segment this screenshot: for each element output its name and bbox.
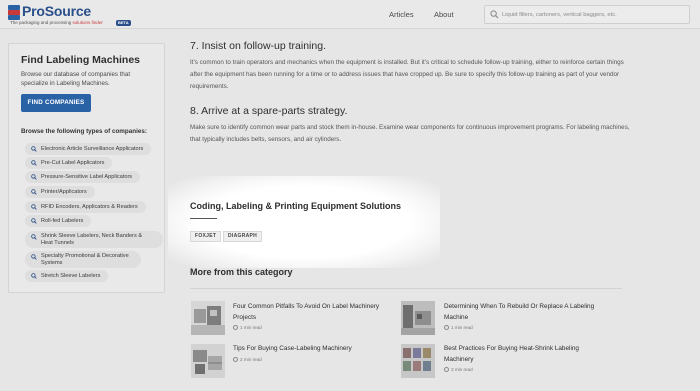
section-heading-7: 7. Insist on follow-up training.: [190, 40, 326, 52]
search-icon: [31, 234, 37, 240]
article-thumbnail[interactable]: [401, 344, 435, 378]
company-type-label: Electronic Article Surveillance Applicat…: [41, 146, 144, 152]
sidebar-subtitle: Browse the following types of companies:: [21, 128, 147, 135]
solutions-title: Coding, Labeling & Printing Equipment So…: [190, 201, 401, 211]
sidebar-description: Browse our database of companies that sp…: [21, 71, 131, 87]
company-type-item[interactable]: Specialty Promotional & Decorative Syste…: [25, 251, 141, 268]
solutions-divider: [190, 218, 217, 219]
find-companies-button[interactable]: FIND COMPANIES: [21, 94, 91, 112]
article-title[interactable]: Four Common Pitfalls To Avoid On Label M…: [233, 302, 393, 323]
search-icon: [31, 254, 37, 260]
brand-name: ProSource: [22, 3, 91, 19]
logo-mark-icon: [8, 5, 20, 20]
more-divider: [190, 288, 622, 289]
company-type-label: Printer/Applicators: [41, 189, 87, 195]
more-from-category-title: More from this category: [190, 267, 293, 277]
nav-articles[interactable]: Articles: [389, 10, 414, 19]
search-icon: [31, 174, 37, 180]
company-type-item[interactable]: RFID Encoders, Applicators & Readers: [25, 201, 146, 213]
read-time: 2 min read: [233, 357, 262, 363]
article-title[interactable]: Determining When To Rebuild Or Replace A…: [444, 302, 604, 323]
company-type-label: RFID Encoders, Applicators & Readers: [41, 204, 138, 210]
sidebar-title: Find Labeling Machines: [21, 54, 141, 66]
search-icon: [31, 189, 37, 195]
site-header: ProSource The packaging and processing s…: [0, 0, 700, 29]
company-type-label: Pre-Cut Label Applicators: [41, 160, 105, 166]
tag-diagraph[interactable]: DIAGRAPH: [223, 231, 263, 242]
clock-icon: [444, 367, 449, 373]
solutions-highlight: [168, 176, 440, 268]
search-icon: [31, 146, 37, 152]
company-type-item[interactable]: Pre-Cut Label Applicators: [25, 157, 113, 169]
read-time: 3 min read: [444, 367, 473, 373]
clock-icon: [233, 357, 238, 363]
clock-icon: [444, 325, 449, 331]
article-thumbnail[interactable]: [191, 344, 225, 378]
company-type-label: Specialty Promotional & Decorative Syste…: [41, 252, 129, 266]
section-paragraph-7: It’s common to train operators and mecha…: [190, 59, 624, 90]
company-type-item[interactable]: Printer/Applicators: [25, 186, 95, 198]
section-paragraph-8: Make sure to identify common wear parts …: [190, 124, 630, 143]
article-title[interactable]: Tips For Buying Case-Labeling Machinery: [233, 344, 393, 355]
search-input[interactable]: [502, 7, 687, 22]
search-icon: [31, 160, 37, 166]
beta-badge: BETA: [116, 20, 131, 26]
company-type-label: Roll-fed Labelers: [41, 218, 84, 224]
company-type-item[interactable]: Shrink Sleeve Labelers, Neck Banders & H…: [25, 231, 163, 248]
tag-foxjet[interactable]: FOXJET: [190, 231, 222, 242]
prosource-logo[interactable]: ProSource The packaging and processing s…: [8, 3, 131, 26]
search-icon: [490, 10, 499, 19]
article-thumbnail[interactable]: [401, 301, 435, 335]
read-time: 1 min read: [233, 325, 262, 331]
company-type-item[interactable]: Stretch Sleeve Labelers: [25, 270, 109, 282]
search-icon: [31, 218, 37, 224]
search-icon: [31, 273, 37, 279]
company-type-item[interactable]: Pressure-Sensitive Label Applicators: [25, 171, 141, 183]
company-type-item[interactable]: Roll-fed Labelers: [25, 215, 92, 227]
search-box: [484, 5, 690, 24]
nav-about[interactable]: About: [434, 10, 454, 19]
article-title[interactable]: Best Practices For Buying Heat-Shrink La…: [444, 344, 604, 365]
company-type-label: Stretch Sleeve Labelers: [41, 273, 101, 279]
section-heading-8: 8. Arrive at a spare-parts strategy.: [190, 105, 348, 117]
brand-tagline: The packaging and processing solutions f…: [10, 20, 103, 25]
company-type-label: Pressure-Sensitive Label Applicators: [41, 174, 133, 180]
find-machines-sidebar: Find Labeling Machines Browse our databa…: [8, 43, 165, 293]
article-thumbnail[interactable]: [191, 301, 225, 335]
read-time: 1 min read: [444, 325, 473, 331]
clock-icon: [233, 325, 238, 331]
company-type-item[interactable]: Electronic Article Surveillance Applicat…: [25, 143, 152, 155]
company-type-label: Shrink Sleeve Labelers, Neck Banders & H…: [41, 232, 143, 246]
search-icon: [31, 204, 37, 210]
